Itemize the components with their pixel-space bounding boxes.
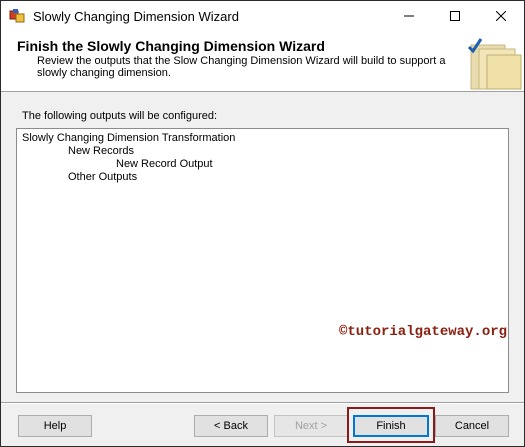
tree-item-other-outputs[interactable]: Other Outputs: [68, 171, 137, 184]
wizard-app-icon: [9, 8, 25, 24]
footer-divider: [1, 402, 524, 404]
title-bar: Slowly Changing Dimension Wizard: [1, 1, 524, 31]
back-button[interactable]: < Back: [194, 415, 268, 437]
finish-highlight-box: [347, 407, 435, 443]
wizard-window: Slowly Changing Dimension Wizard Finish …: [0, 0, 525, 447]
close-icon[interactable]: [478, 1, 524, 31]
page-description: Review the outputs that the Slow Changin…: [37, 55, 446, 79]
watermark: ©tutorialgateway.org: [339, 324, 508, 340]
window-title: Slowly Changing Dimension Wizard: [33, 9, 239, 24]
outputs-label: The following outputs will be configured…: [22, 110, 218, 122]
next-button[interactable]: Next >: [274, 415, 348, 437]
page-title: Finish the Slowly Changing Dimension Wiz…: [17, 38, 325, 54]
minimize-icon[interactable]: [386, 1, 432, 31]
wizard-checkmark-art: [457, 33, 523, 91]
help-button[interactable]: Help: [18, 415, 92, 437]
tree-item-root[interactable]: Slowly Changing Dimension Transformation: [22, 132, 235, 145]
wizard-header: Finish the Slowly Changing Dimension Wiz…: [1, 31, 524, 92]
tree-item-new-records[interactable]: New Records: [68, 145, 134, 158]
tree-item-new-record-output[interactable]: New Record Output: [116, 158, 213, 171]
outputs-tree-view[interactable]: Slowly Changing Dimension Transformation…: [16, 128, 509, 393]
cancel-button[interactable]: Cancel: [435, 415, 509, 437]
maximize-icon[interactable]: [432, 1, 478, 31]
